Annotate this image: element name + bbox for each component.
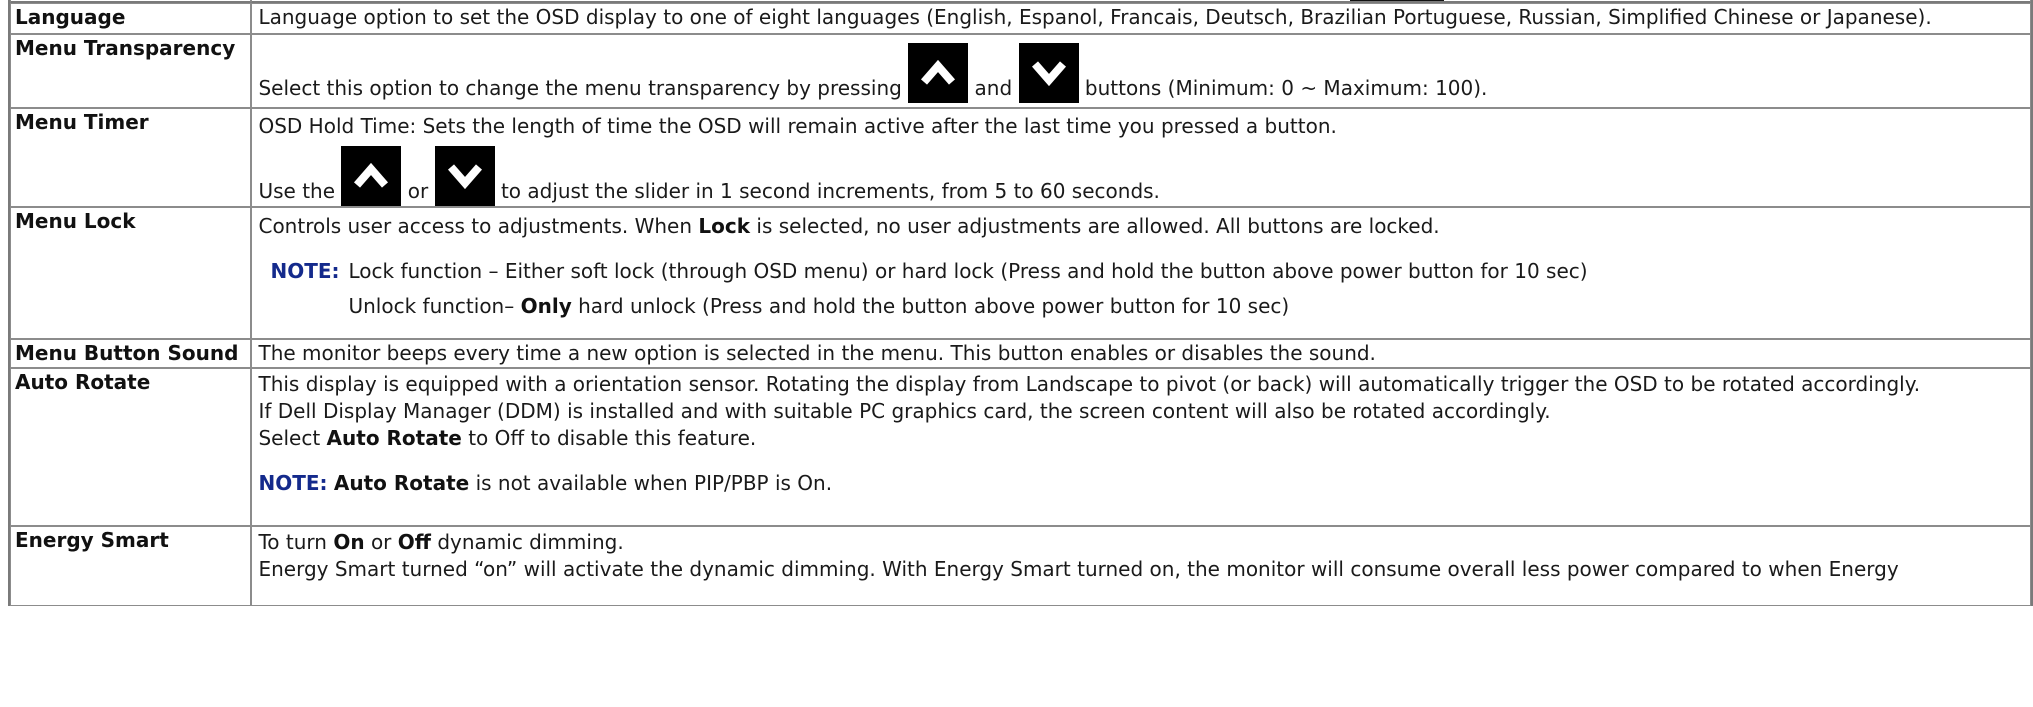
or-word: or bbox=[407, 179, 429, 203]
note-label: NOTE: bbox=[258, 471, 328, 495]
energy-smart-line2: Energy Smart turned “on” will activate t… bbox=[258, 557, 1899, 581]
language-description: Language option to set the OSD display t… bbox=[258, 5, 1932, 29]
menu-lock-line1: Controls user access to adjustments. Whe… bbox=[258, 214, 1440, 238]
auto-rotate-line2: If Dell Display Manager (DDM) is install… bbox=[258, 399, 1551, 423]
partial-button-top-2 bbox=[1387, 0, 1444, 1]
chevron-down-icon bbox=[1031, 61, 1066, 87]
chevron-up-icon bbox=[354, 162, 389, 188]
and-word: and bbox=[974, 76, 1013, 100]
row-label-menu-lock: Menu Lock bbox=[10, 207, 252, 339]
auto-rotate-line3: Select Auto Rotate to Off to disable thi… bbox=[258, 426, 757, 450]
use-the-text: Use the bbox=[258, 179, 336, 203]
auto-rotate-note: NOTE: Auto Rotate is not available when … bbox=[258, 471, 833, 495]
row-label-energy-smart: Energy Smart bbox=[10, 526, 252, 606]
menu-timer-line2-after: to adjust the slider in 1 second increme… bbox=[500, 179, 1160, 203]
off-bold: Off bbox=[397, 530, 431, 554]
auto-rotate-line1: This display is equipped with a orientat… bbox=[258, 372, 1921, 396]
table-row-auto-rotate: Auto Rotate This display is equipped wit… bbox=[10, 368, 2031, 526]
row-label-language: Language bbox=[10, 3, 252, 34]
table-row-menu-button-sound: Menu Button Sound The monitor beeps ever… bbox=[10, 339, 2031, 368]
row-label-auto-rotate: Auto Rotate bbox=[10, 368, 252, 526]
table-row-energy-smart: Energy Smart To turn On or Off dynamic d… bbox=[10, 526, 2031, 606]
down-button-icon bbox=[1018, 43, 1079, 103]
row-label-menu-button-sound: Menu Button Sound bbox=[10, 339, 252, 368]
table-row-menu-transparency: Menu Transparency Select this option to … bbox=[10, 34, 2031, 108]
menu-lock-note: NOTE: Lock function – Either soft lock (t… bbox=[258, 258, 2030, 285]
table-row-menu-lock: Menu Lock Controls user access to adjust… bbox=[10, 207, 2031, 339]
table-row-top bbox=[10, 0, 2031, 3]
osd-settings-table: Language Language option to set the OSD … bbox=[8, 0, 2033, 606]
row-label-menu-timer: Menu Timer bbox=[10, 108, 252, 207]
energy-smart-line1: To turn On or Off dynamic dimming. bbox=[258, 530, 624, 554]
up-button-icon bbox=[908, 43, 969, 103]
up-button-icon bbox=[341, 146, 402, 206]
lock-bold: Lock bbox=[698, 214, 751, 238]
menu-timer-line2: Use the or to adjust the slider in 1 sec… bbox=[258, 146, 2030, 206]
menu-button-sound-description: The monitor beeps every time a new optio… bbox=[258, 341, 1376, 365]
menu-timer-line1: OSD Hold Time: Sets the length of time t… bbox=[258, 114, 1337, 138]
auto-rotate-note-bold: Auto Rotate bbox=[333, 471, 470, 495]
on-bold: On bbox=[333, 530, 365, 554]
auto-rotate-bold: Auto Rotate bbox=[326, 426, 462, 450]
menu-lock-note-line2: Unlock function– Only hard unlock (Press… bbox=[348, 294, 1290, 318]
note-line1: Lock function – Either soft lock (throug… bbox=[348, 259, 1588, 283]
menu-transparency-description: Select this option to change the menu tr… bbox=[258, 35, 2030, 103]
menu-transparency-text-after: buttons (Minimum: 0 ~ Maximum: 100). bbox=[1084, 76, 1488, 100]
down-button-icon bbox=[434, 146, 495, 206]
chevron-down-icon bbox=[447, 164, 482, 190]
chevron-up-icon bbox=[921, 59, 956, 85]
row-label-menu-transparency: Menu Transparency bbox=[10, 34, 252, 108]
osd-menu-table-page: Language Language option to set the OSD … bbox=[0, 0, 2033, 707]
menu-transparency-text-before: Select this option to change the menu tr… bbox=[258, 76, 902, 100]
only-bold: Only bbox=[520, 294, 572, 318]
note-label: NOTE: bbox=[270, 259, 340, 283]
table-row-language: Language Language option to set the OSD … bbox=[10, 3, 2031, 34]
table-row-menu-timer: Menu Timer OSD Hold Time: Sets the lengt… bbox=[10, 108, 2031, 207]
